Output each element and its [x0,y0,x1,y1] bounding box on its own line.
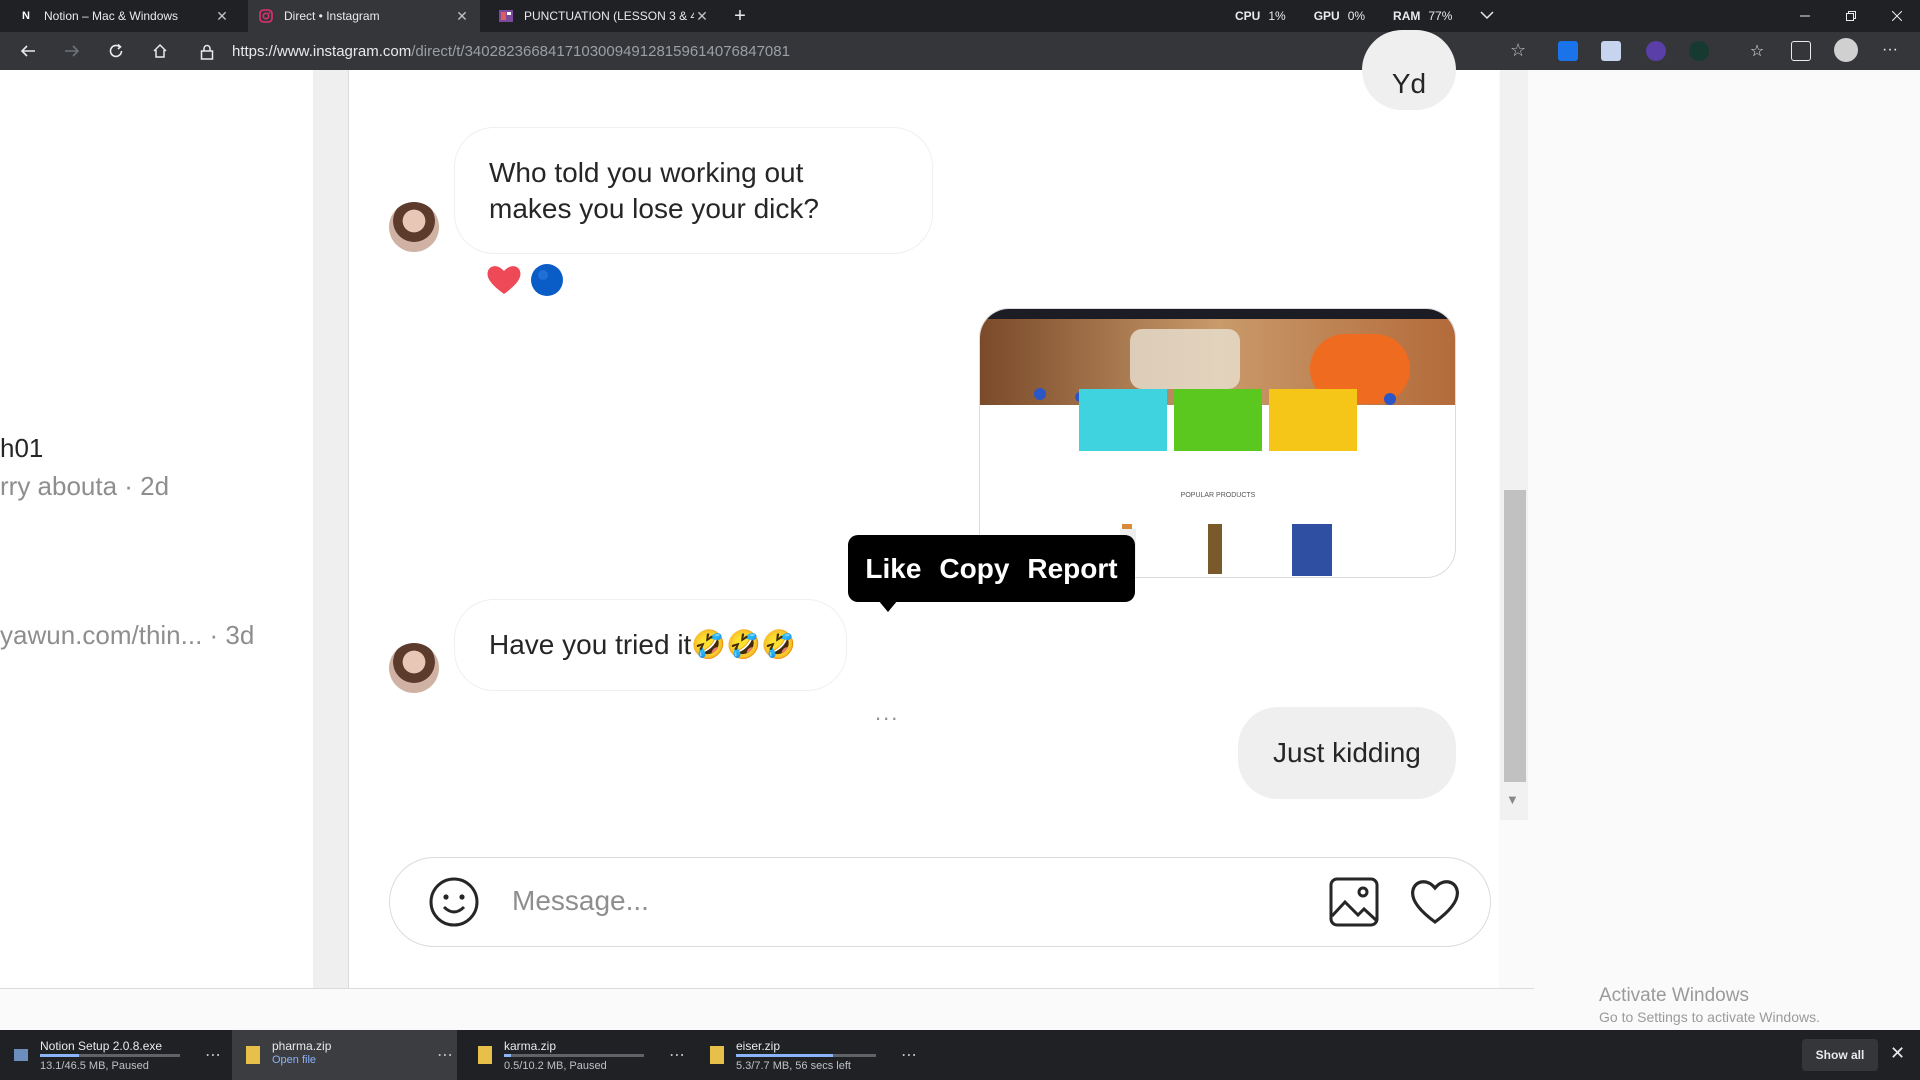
download-item[interactable]: pharma.zip Open file ⋯ [232,1030,457,1080]
download-progress [504,1054,511,1057]
tab-title: PUNCTUATION (LESSON 3 & 4) | [524,9,694,23]
bookmark-star-icon[interactable]: ☆ [1510,40,1526,61]
forward-icon[interactable] [58,37,86,65]
download-more-icon[interactable]: ⋯ [201,1045,225,1065]
ram-readout: RAM 77% [1393,9,1453,23]
zip-file-icon [246,1046,260,1064]
download-progress [736,1054,833,1057]
avatar[interactable] [389,643,439,693]
report-menu-item[interactable]: Report [1027,553,1117,585]
translate-extension-icon[interactable] [1558,41,1578,61]
download-item[interactable]: eiser.zip 5.3/7.7 MB, 56 secs left ⋯ [696,1030,921,1080]
conversation-name[interactable]: h01 [0,433,43,464]
zip-file-icon [478,1046,492,1064]
favorites-icon[interactable]: ☆ [1747,41,1767,61]
download-item[interactable]: Notion Setup 2.0.8.exe 13.1/46.5 MB, Pau… [0,1030,225,1080]
installer-file-icon [14,1049,28,1061]
show-all-downloads-button[interactable]: Show all [1802,1039,1878,1071]
message-text: Have you tried it🤣🤣🤣 [489,629,796,660]
tab-notion[interactable]: N Notion – Mac & Windows ✕ [8,0,240,32]
open-file-link[interactable]: Open file [272,1054,316,1066]
close-tab-icon[interactable]: ✕ [214,8,230,25]
slides-icon [498,8,514,24]
conversation-preview[interactable]: yawun.com/thin... · 3d [0,620,254,651]
download-more-icon[interactable]: ⋯ [433,1045,457,1065]
popular-products-heading: POPULAR PRODUCTS [1181,492,1256,499]
panel-divider [313,70,349,988]
activate-windows-watermark: Activate Windows Go to Settings to activ… [1599,985,1820,1025]
tab-instagram[interactable]: Direct • Instagram ✕ [248,0,480,32]
notion-icon: N [22,10,30,22]
collections-icon[interactable] [1791,41,1811,61]
page-bottom-border [0,988,1534,989]
url-host: https://www.instagram.com [232,42,412,60]
more-menu-icon[interactable]: ··· [1882,41,1902,61]
download-item[interactable]: karma.zip 0.5/10.2 MB, Paused ⋯ [464,1030,689,1080]
tab-title: Notion – Mac & Windows [44,9,179,23]
window-controls [1782,0,1920,32]
lock-icon[interactable] [200,44,214,60]
minimize-icon[interactable] [1782,0,1828,32]
message-composer: Message... [389,857,1491,947]
scrollbar-thumb[interactable] [1504,490,1526,782]
download-progress [40,1054,80,1057]
download-more-icon[interactable]: ⋯ [897,1045,921,1065]
address-bar[interactable]: https://www.instagram.com/direct/t/34028… [200,36,1540,66]
back-icon[interactable] [14,37,42,65]
profile-avatar-icon[interactable] [1834,38,1858,62]
popup-tail [878,600,898,612]
close-tab-icon[interactable]: ✕ [694,8,710,25]
tab-punctuation[interactable]: PUNCTUATION (LESSON 3 & 4) | ✕ [488,0,720,32]
home-icon[interactable] [146,37,174,65]
message-bubble-own[interactable]: Just kidding [1238,707,1456,799]
message-text-line: Who told you working out [489,157,804,188]
copy-menu-item[interactable]: Copy [939,553,1009,585]
url-path: /direct/t/340282366841710300949128159614… [411,42,790,60]
heart-icon[interactable] [1408,876,1462,928]
message-text: Just kidding [1273,737,1421,768]
avatar[interactable] [389,202,439,252]
close-download-bar-icon[interactable]: ✕ [1890,1043,1905,1064]
close-tab-icon[interactable]: ✕ [454,8,470,25]
message-bubble-partial[interactable]: Yd [1362,30,1456,110]
cpu-readout: CPU 1% [1235,9,1286,23]
page-scrollbar[interactable] [1904,70,1920,1030]
conversation-list: h01 rry abouta · 2d yawun.com/thin... · … [0,70,313,988]
emoji-icon[interactable] [428,876,480,928]
new-tab-button[interactable]: + [728,4,752,28]
close-window-icon[interactable] [1874,0,1920,32]
scroll-down-icon[interactable]: ▼ [1506,792,1519,807]
browser-tab-strip: N Notion – Mac & Windows ✕ Direct • Inst… [0,0,1920,32]
more-options-dots-icon[interactable]: ... [875,700,899,726]
download-more-icon[interactable]: ⋯ [665,1045,689,1065]
restore-icon[interactable] [1828,0,1874,32]
chevron-down-icon[interactable] [1480,9,1494,23]
instagram-icon [258,8,274,24]
system-monitor: CPU 1% GPU 0% RAM 77% [1235,0,1555,32]
download-bar: Notion Setup 2.0.8.exe 13.1/46.5 MB, Pau… [0,1030,1920,1080]
reload-icon[interactable] [102,37,130,65]
message-bubble[interactable]: Who told you working out makes you lose … [454,127,933,254]
dark-extension-icon[interactable] [1689,41,1709,61]
qr-extension-icon[interactable] [1601,41,1621,61]
image-upload-icon[interactable] [1328,876,1380,928]
message-context-menu: Like Copy Report [848,535,1135,602]
message-bubble[interactable]: Have you tried it🤣🤣🤣 [454,599,847,691]
like-menu-item[interactable]: Like [865,553,921,585]
instagram-page: h01 rry abouta · 2d yawun.com/thin... · … [0,30,1920,1030]
gpu-readout: GPU 0% [1313,9,1366,23]
tab-title: Direct • Instagram [284,9,380,23]
purple-extension-icon[interactable] [1646,41,1666,61]
heart-reaction-icon[interactable] [486,262,522,298]
browser-toolbar: https://www.instagram.com/direct/t/34028… [0,32,1920,70]
conversation-preview[interactable]: rry abouta · 2d [0,471,169,502]
message-text-line: makes you lose your dick? [489,193,819,224]
zip-file-icon [710,1046,724,1064]
blue-circle-reaction-icon[interactable] [529,262,565,298]
message-input[interactable]: Message... [512,885,649,917]
